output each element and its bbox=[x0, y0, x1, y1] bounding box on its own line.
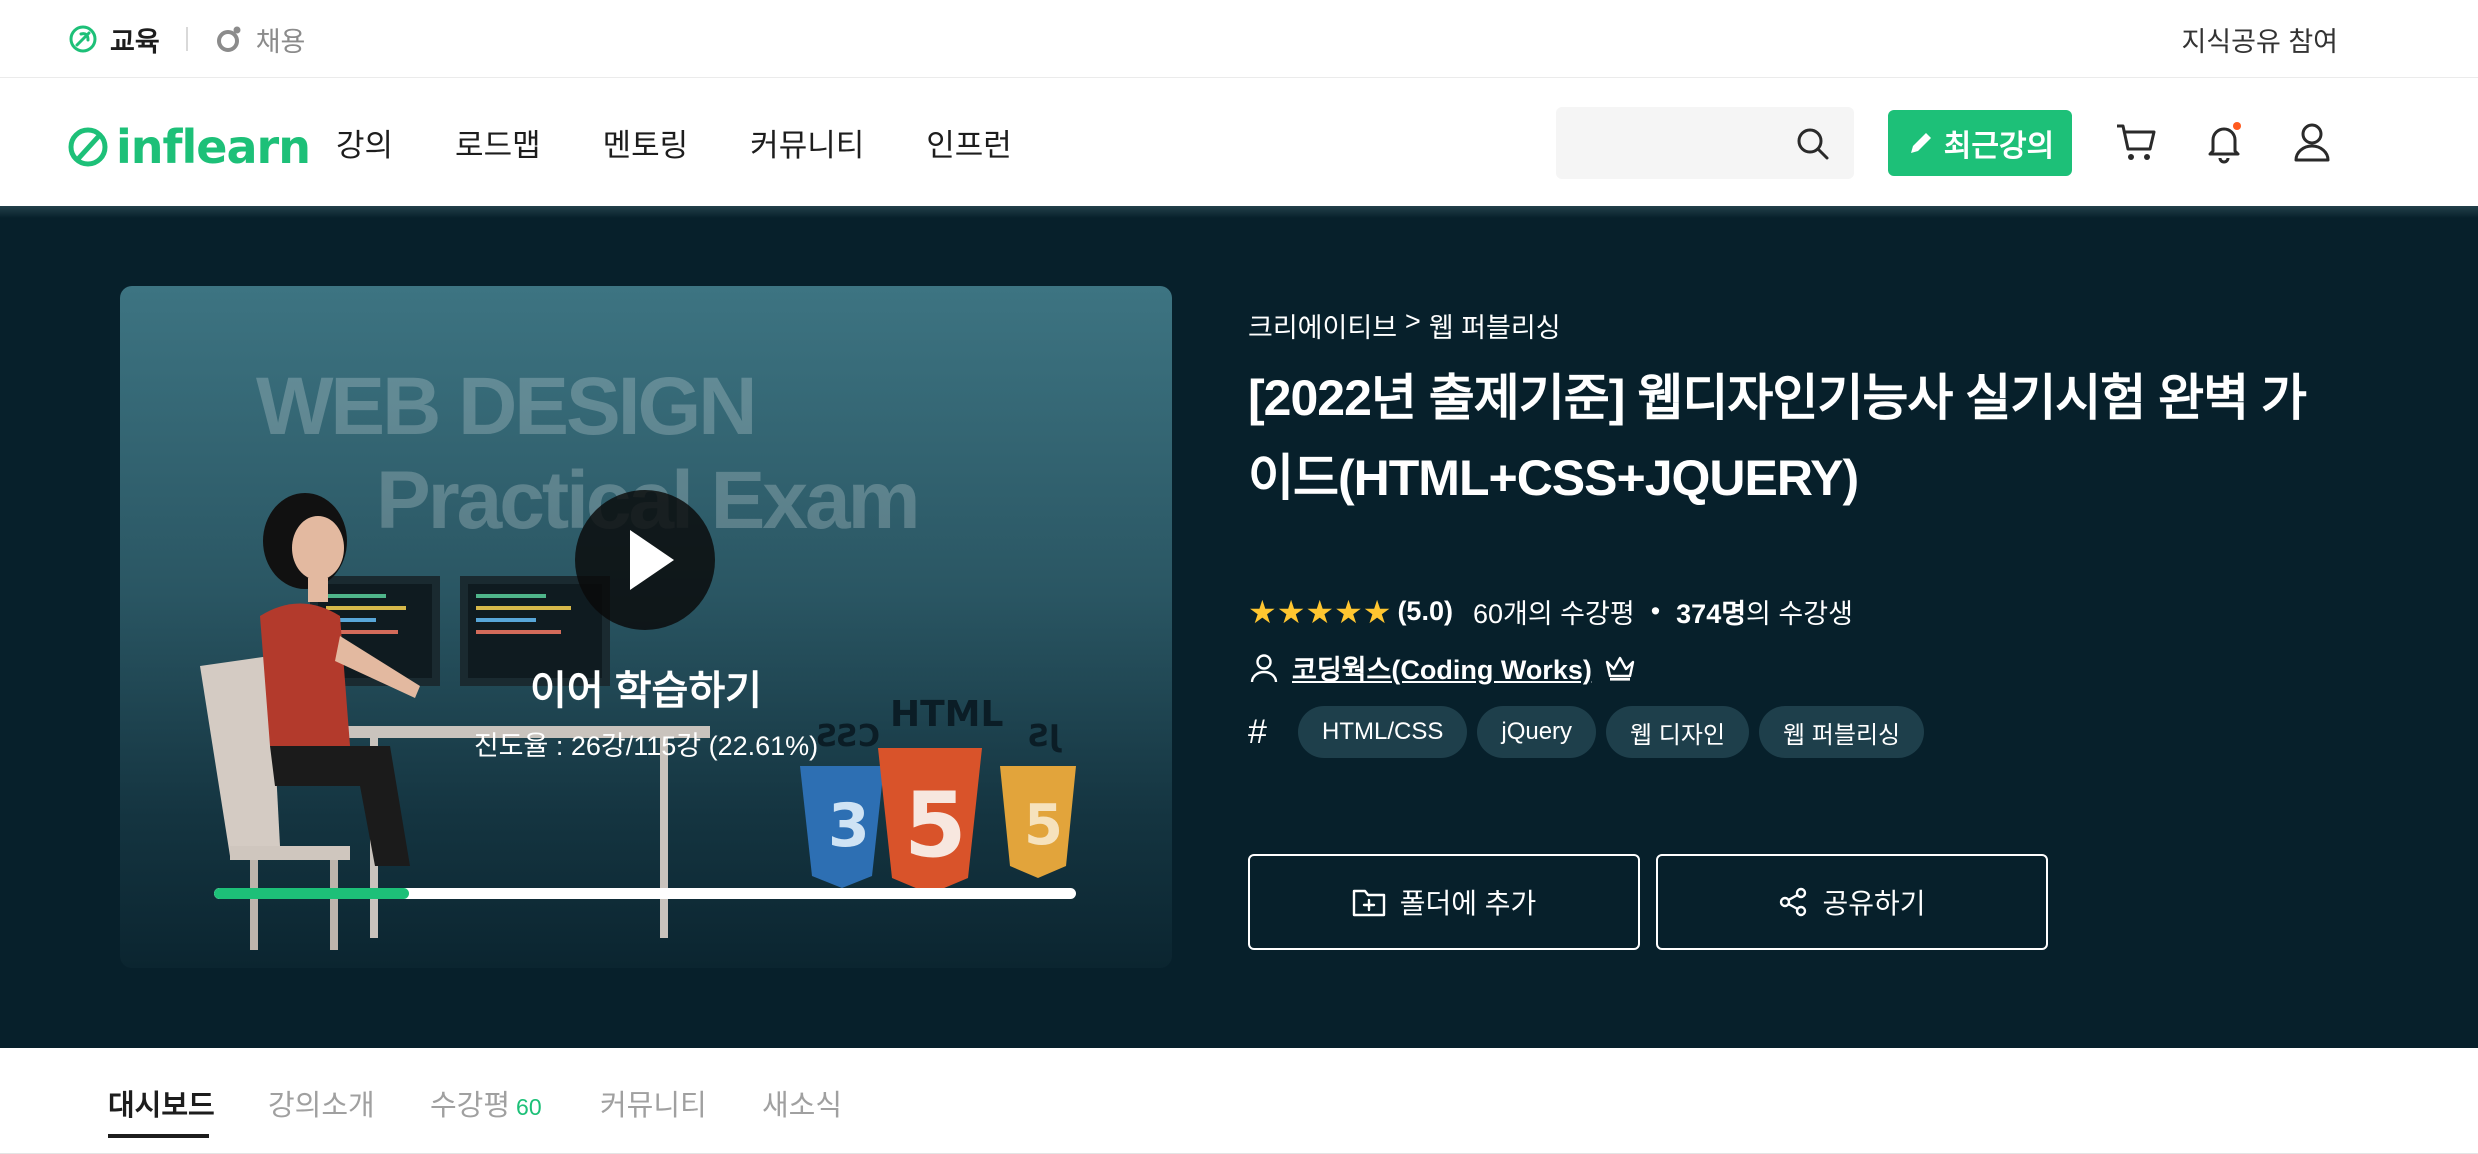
recent-courses-button[interactable]: 최근강의 bbox=[1888, 110, 2072, 176]
nav-item-inflearn[interactable]: 인프런 bbox=[926, 120, 1012, 165]
play-button[interactable] bbox=[575, 490, 715, 630]
main-header: inflearn 강의 로드맵 멘토링 커뮤니티 인프런 최근강의 bbox=[0, 78, 2478, 206]
user-icon[interactable] bbox=[2290, 120, 2334, 164]
separator-dot: • bbox=[1650, 596, 1661, 626]
pencil-icon bbox=[1910, 133, 1931, 153]
tags-row: # HTML/CSS jQuery 웹 디자인 웹 퍼블리싱 bbox=[1248, 706, 1925, 758]
review-count[interactable]: 60개의 수강평 bbox=[1473, 592, 1635, 631]
progress-bar bbox=[214, 888, 1076, 899]
tab-news-label: 새소식 bbox=[762, 1090, 843, 1122]
service-education[interactable]: 교육 bbox=[68, 20, 160, 59]
svg-text:5: 5 bbox=[904, 773, 967, 878]
logo-text: inflearn bbox=[116, 120, 311, 174]
student-count: 374명 bbox=[1676, 599, 1747, 629]
inflearn-logo-mark-icon bbox=[68, 127, 108, 167]
svg-text:5: 5 bbox=[1024, 793, 1063, 858]
utility-bar: 교육 채용 지식공유 참여 bbox=[0, 0, 2478, 78]
recent-courses-label: 최근강의 bbox=[1943, 130, 2055, 163]
inflearn-logo[interactable]: inflearn bbox=[66, 120, 311, 174]
breadcrumb-category[interactable]: 크리에이티브 bbox=[1248, 306, 1397, 345]
tab-reviews-label: 수강평 bbox=[430, 1090, 511, 1122]
tab-reviews-count: 60 bbox=[516, 1094, 542, 1120]
rating-score: (5.0) bbox=[1397, 596, 1453, 626]
add-to-folder-label: 폴더에 추가 bbox=[1399, 888, 1537, 919]
nav-item-mentoring[interactable]: 멘토링 bbox=[603, 120, 689, 165]
nav-item-roadmap[interactable]: 로드맵 bbox=[455, 120, 541, 165]
cart-icon[interactable] bbox=[2114, 120, 2158, 164]
sprout-leaf-icon bbox=[69, 25, 97, 53]
service-switcher: 교육 채용 bbox=[68, 0, 305, 78]
service-recruit[interactable]: 채용 bbox=[214, 20, 306, 59]
thumbnail-text-line1: WEB DESIGN bbox=[256, 361, 757, 452]
service-education-label: 교육 bbox=[110, 26, 160, 57]
tag-web-publishing[interactable]: 웹 퍼블리싱 bbox=[1759, 706, 1925, 758]
svg-text:3: 3 bbox=[828, 791, 870, 861]
course-tabs: 대시보드 강의소개 수강평 60 커뮤니티 새소식 bbox=[0, 1048, 2478, 1154]
user-outline-icon bbox=[1250, 653, 1278, 682]
divider bbox=[185, 27, 188, 51]
nav-item-courses[interactable]: 강의 bbox=[336, 120, 393, 165]
active-tab-indicator bbox=[108, 1134, 209, 1138]
search-input[interactable] bbox=[1576, 121, 1776, 165]
progress-bar-fill bbox=[214, 888, 409, 899]
rally-circle-icon bbox=[216, 26, 241, 52]
share-button[interactable]: 공유하기 bbox=[1656, 854, 2048, 950]
folder-plus-icon bbox=[1352, 889, 1385, 917]
tab-news[interactable]: 새소식 bbox=[762, 1082, 842, 1124]
tab-course-intro[interactable]: 강의소개 bbox=[268, 1082, 375, 1124]
tag-html-css[interactable]: HTML/CSS bbox=[1298, 706, 1468, 758]
resume-learning-label[interactable]: 이어 학습하기 bbox=[120, 658, 1172, 716]
knowledge-share-link[interactable]: 지식공유 참여 bbox=[2181, 0, 2338, 78]
course-thumbnail[interactable]: WEB DESIGN Practical Exam CSS 3 HTML 5 J… bbox=[120, 286, 1172, 968]
bell-icon[interactable] bbox=[2202, 120, 2246, 164]
main-nav: 강의 로드맵 멘토링 커뮤니티 인프런 bbox=[336, 78, 1012, 206]
breadcrumb: 크리에이티브 > 웹 퍼블리싱 bbox=[1248, 306, 1561, 345]
star-rating-icon: ★★★★★ bbox=[1248, 593, 1392, 630]
breadcrumb-separator: > bbox=[1405, 306, 1421, 336]
share-label: 공유하기 bbox=[1822, 888, 1926, 919]
tab-reviews[interactable]: 수강평 60 bbox=[430, 1082, 542, 1124]
search-icon[interactable] bbox=[1794, 125, 1832, 163]
tag-web-design[interactable]: 웹 디자인 bbox=[1606, 706, 1750, 758]
service-recruit-label: 채용 bbox=[255, 26, 306, 57]
student-count-suffix: 의 수강생 bbox=[1746, 599, 1853, 629]
course-title: [2022년 출제기준] 웹디자인기능사 실기시험 완벽 가이드(HTML+CS… bbox=[1248, 370, 2307, 506]
tab-dashboard[interactable]: 대시보드 bbox=[108, 1082, 215, 1124]
course-hero: WEB DESIGN Practical Exam CSS 3 HTML 5 J… bbox=[0, 206, 2478, 1048]
add-to-folder-button[interactable]: 폴더에 추가 bbox=[1248, 854, 1640, 950]
hashtag-icon: # bbox=[1248, 712, 1267, 751]
author-row: 코딩웍스(Coding Works) bbox=[1248, 648, 1636, 687]
search-box bbox=[1556, 107, 1854, 179]
share-icon bbox=[1780, 887, 1807, 917]
tab-community[interactable]: 커뮤니티 bbox=[600, 1082, 707, 1124]
tab-course-intro-label: 강의소개 bbox=[268, 1090, 375, 1122]
progress-text: 진도율 : 26강/115강 (22.61%) bbox=[473, 731, 819, 761]
breadcrumb-subcategory[interactable]: 웹 퍼블리싱 bbox=[1429, 306, 1561, 345]
rating-row: ★★★★★ (5.0) 60개의 수강평 • 374명의 수강생 bbox=[1248, 592, 1853, 631]
crown-icon bbox=[1605, 656, 1635, 681]
tab-dashboard-label: 대시보드 bbox=[108, 1090, 215, 1122]
tab-community-label: 커뮤니티 bbox=[600, 1090, 707, 1122]
header-shadow bbox=[0, 206, 2478, 218]
author-link[interactable]: 코딩웍스(Coding Works) bbox=[1292, 648, 1592, 687]
nav-item-community[interactable]: 커뮤니티 bbox=[750, 120, 864, 165]
tag-jquery[interactable]: jQuery bbox=[1477, 706, 1597, 758]
